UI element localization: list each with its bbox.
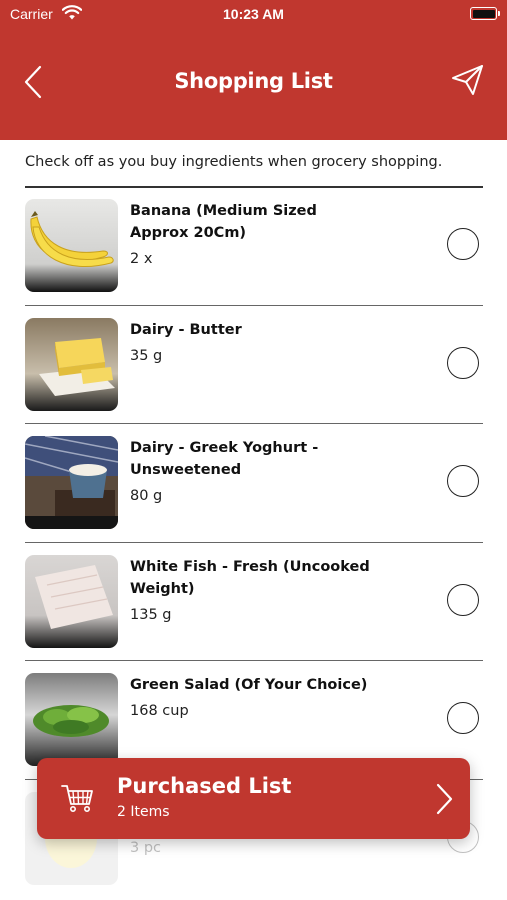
- item-name: Dairy - Butter: [130, 321, 242, 338]
- fish-image: [25, 554, 118, 648]
- purchased-item-count: 2 Items: [117, 804, 170, 820]
- item-name: White Fish - Fresh (Uncooked Weight): [130, 558, 370, 597]
- battery-icon: [470, 7, 500, 20]
- item-quantity: 3 pc: [130, 839, 162, 856]
- shopping-cart-icon: [61, 785, 93, 812]
- item-quantity: 2 x: [130, 251, 153, 267]
- status-bar: Carrier 10:23 AM: [0, 0, 507, 30]
- check-off-toggle[interactable]: [447, 583, 479, 616]
- page-title: Shopping List: [174, 69, 333, 93]
- chevron-right-icon: [436, 783, 453, 815]
- status-time: 10:23 AM: [223, 6, 284, 22]
- check-off-toggle[interactable]: [447, 346, 479, 379]
- list-item: Dairy - Butter 35 g: [25, 306, 483, 424]
- item-name: Green Salad (Of Your Choice): [130, 677, 368, 693]
- check-off-toggle[interactable]: [447, 465, 479, 497]
- list-item: Banana (Medium Sized Approx 20Cm) 2 x: [25, 187, 483, 306]
- list-item: Dairy - Greek Yoghurt - Unsweetened 80 g: [25, 424, 483, 543]
- butter-image: [25, 317, 118, 411]
- salad-image: [25, 673, 118, 766]
- item-quantity: 135 g: [130, 606, 172, 623]
- check-off-toggle[interactable]: [447, 702, 479, 734]
- list-item: White Fish - Fresh (Uncooked Weight) 135…: [25, 543, 483, 661]
- instructions-text: Check off as you buy ingredients when gr…: [25, 154, 443, 170]
- purchased-list-title: Purchased List: [117, 774, 292, 798]
- check-off-toggle[interactable]: [447, 228, 479, 260]
- app-header: Carrier 10:23 AM Shopping List: [0, 0, 507, 140]
- item-name: Banana (Medium Sized Approx 20Cm): [130, 203, 317, 241]
- purchased-list-button[interactable]: Purchased List 2 Items: [37, 758, 470, 839]
- item-name: Dairy - Greek Yoghurt - Unsweetened: [130, 440, 319, 478]
- item-quantity: 35 g: [130, 347, 163, 364]
- banana-image: [25, 199, 118, 292]
- share-list-button[interactable]: [451, 63, 485, 97]
- paper-plane-icon: [452, 65, 483, 95]
- yoghurt-image: [25, 436, 118, 529]
- item-quantity: 168 cup: [130, 703, 189, 719]
- item-quantity: 80 g: [130, 488, 163, 504]
